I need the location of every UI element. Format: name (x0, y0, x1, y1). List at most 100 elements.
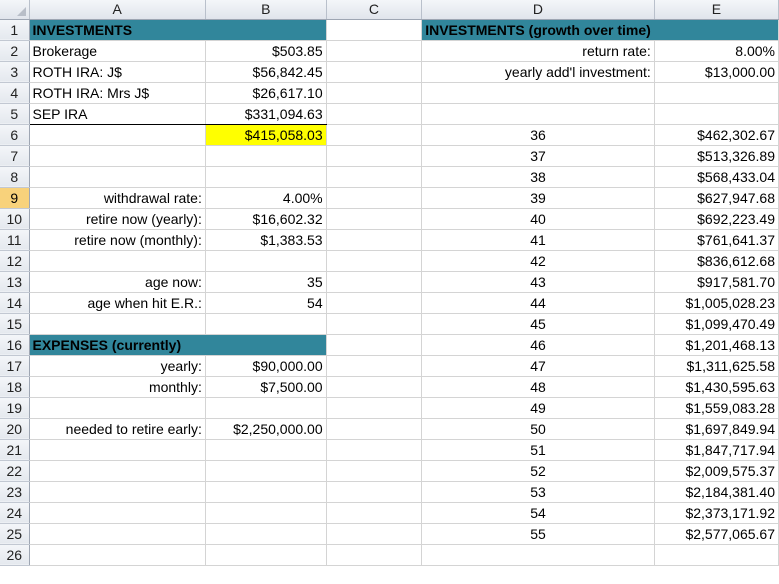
cell-e17[interactable]: $1,311,625.58 (654, 355, 779, 377)
cell-c17[interactable] (326, 355, 423, 377)
cell-a14[interactable]: age when hit E.R.: (29, 292, 206, 314)
row-header-selected[interactable]: 9 (0, 187, 30, 209)
cell-c7[interactable] (326, 145, 423, 167)
cell-c12[interactable] (326, 250, 423, 272)
cell-e4[interactable] (654, 82, 779, 104)
select-all-corner[interactable] (0, 0, 30, 20)
row-header[interactable]: 17 (0, 355, 30, 377)
cell-b14[interactable]: 54 (205, 292, 327, 314)
row-header[interactable]: 4 (0, 82, 30, 104)
cell-a13[interactable]: age now: (29, 271, 206, 293)
cell-d3[interactable]: yearly add'l investment: (421, 61, 655, 83)
cell-a4[interactable]: ROTH IRA: Mrs J$ (29, 82, 206, 104)
cell-c22[interactable] (326, 460, 423, 482)
cell-e12[interactable]: $836,612.68 (654, 250, 779, 272)
cell-b24[interactable] (205, 502, 327, 524)
cell-c3[interactable] (326, 61, 423, 83)
row-header[interactable]: 19 (0, 397, 30, 419)
cell-e9[interactable]: $627,947.68 (654, 187, 779, 209)
cell-a9[interactable]: withdrawal rate: (29, 187, 206, 209)
cell-a2[interactable]: Brokerage (29, 40, 206, 62)
cell-e25[interactable]: $2,577,065.67 (654, 523, 779, 545)
cell-e16[interactable]: $1,201,468.13 (654, 334, 779, 356)
cell-e2[interactable]: 8.00% (654, 40, 779, 62)
cell-e3[interactable]: $13,000.00 (654, 61, 779, 83)
cell-e19[interactable]: $1,559,083.28 (654, 397, 779, 419)
cell-b20[interactable]: $2,250,000.00 (205, 418, 327, 440)
row-header[interactable]: 6 (0, 124, 30, 146)
cell-e20[interactable]: $1,697,849.94 (654, 418, 779, 440)
cell-d19[interactable]: 49 (421, 397, 655, 419)
row-header[interactable]: 20 (0, 418, 30, 440)
row-header[interactable]: 14 (0, 292, 30, 314)
cell-c15[interactable] (326, 313, 423, 335)
cell-a20[interactable]: needed to retire early: (29, 418, 206, 440)
cell-e26[interactable] (654, 544, 779, 566)
cell-b25[interactable] (205, 523, 327, 545)
cell-e1[interactable] (654, 19, 779, 41)
cell-d5[interactable] (421, 103, 655, 125)
column-header-d[interactable]: D (421, 0, 655, 20)
row-header[interactable]: 26 (0, 544, 30, 566)
cell-b13[interactable]: 35 (205, 271, 327, 293)
row-header[interactable]: 25 (0, 523, 30, 545)
cell-b12[interactable] (205, 250, 327, 272)
cell-a10[interactable]: retire now (yearly): (29, 208, 206, 230)
cell-c13[interactable] (326, 271, 423, 293)
row-header[interactable]: 7 (0, 145, 30, 167)
cell-a12[interactable] (29, 250, 206, 272)
cell-b5[interactable]: $331,094.63 (205, 103, 327, 125)
cell-d4[interactable] (421, 82, 655, 104)
cell-d22[interactable]: 52 (421, 460, 655, 482)
cell-d1-growth-header[interactable]: INVESTMENTS (growth over time) (421, 19, 655, 41)
cell-b23[interactable] (205, 481, 327, 503)
cell-b7[interactable] (205, 145, 327, 167)
cell-c25[interactable] (326, 523, 423, 545)
cell-a11[interactable]: retire now (monthly): (29, 229, 206, 251)
row-header[interactable]: 16 (0, 334, 30, 356)
row-header[interactable]: 1 (0, 19, 30, 41)
cell-b16[interactable] (205, 334, 327, 356)
cell-c26[interactable] (326, 544, 423, 566)
cell-a17[interactable]: yearly: (29, 355, 206, 377)
cell-a25[interactable] (29, 523, 206, 545)
row-header[interactable]: 10 (0, 208, 30, 230)
cell-c11[interactable] (326, 229, 423, 251)
cell-d2[interactable]: return rate: (421, 40, 655, 62)
cell-b21[interactable] (205, 439, 327, 461)
cell-d20[interactable]: 50 (421, 418, 655, 440)
cell-c14[interactable] (326, 292, 423, 314)
cell-d9[interactable]: 39 (421, 187, 655, 209)
cell-d17[interactable]: 47 (421, 355, 655, 377)
cell-e13[interactable]: $917,581.70 (654, 271, 779, 293)
cell-a19[interactable] (29, 397, 206, 419)
cell-a8[interactable] (29, 166, 206, 188)
cell-b17[interactable]: $90,000.00 (205, 355, 327, 377)
cell-e22[interactable]: $2,009,575.37 (654, 460, 779, 482)
cell-b26[interactable] (205, 544, 327, 566)
cell-a5[interactable]: SEP IRA (29, 103, 206, 125)
cell-a23[interactable] (29, 481, 206, 503)
cell-d12[interactable]: 42 (421, 250, 655, 272)
cell-d7[interactable]: 37 (421, 145, 655, 167)
cell-c9[interactable] (326, 187, 423, 209)
cell-b9[interactable]: 4.00% (205, 187, 327, 209)
cell-a22[interactable] (29, 460, 206, 482)
cell-d18[interactable]: 48 (421, 376, 655, 398)
cell-d21[interactable]: 51 (421, 439, 655, 461)
cell-d25[interactable]: 55 (421, 523, 655, 545)
cell-b19[interactable] (205, 397, 327, 419)
cell-e8[interactable]: $568,433.04 (654, 166, 779, 188)
cell-e18[interactable]: $1,430,595.63 (654, 376, 779, 398)
cell-e7[interactable]: $513,326.89 (654, 145, 779, 167)
cell-c2[interactable] (326, 40, 423, 62)
cell-d8[interactable]: 38 (421, 166, 655, 188)
cell-d11[interactable]: 41 (421, 229, 655, 251)
column-header-c[interactable]: C (326, 0, 423, 20)
cell-a24[interactable] (29, 502, 206, 524)
cell-d15[interactable]: 45 (421, 313, 655, 335)
cell-c21[interactable] (326, 439, 423, 461)
cell-b10[interactable]: $16,602.32 (205, 208, 327, 230)
cell-e15[interactable]: $1,099,470.49 (654, 313, 779, 335)
cell-e23[interactable]: $2,184,381.40 (654, 481, 779, 503)
